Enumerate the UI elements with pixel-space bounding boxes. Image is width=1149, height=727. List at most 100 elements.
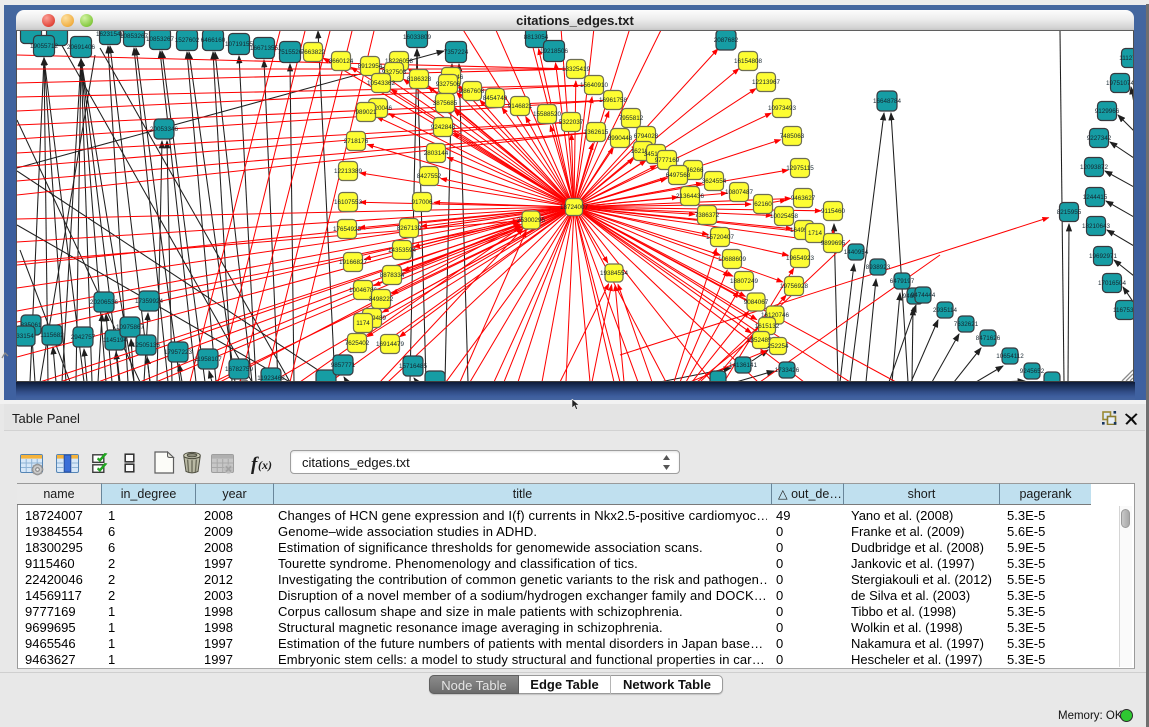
svg-text:917006: 917006 [411, 199, 433, 206]
svg-text:18807249: 18807249 [730, 278, 759, 285]
svg-text:8267130: 8267130 [397, 225, 422, 232]
svg-text:1440954: 1440954 [844, 249, 869, 256]
svg-text:7632621: 7632621 [954, 321, 979, 328]
svg-text:33154: 33154 [17, 333, 34, 340]
svg-text:9474444: 9474444 [911, 292, 936, 299]
svg-text:12213389: 12213389 [334, 168, 363, 175]
svg-text:12093872: 12093872 [1080, 164, 1109, 171]
svg-text:8186328: 8186328 [407, 76, 432, 83]
svg-text:7485063: 7485063 [780, 133, 805, 140]
svg-text:20053346: 20053346 [150, 126, 179, 133]
svg-text:14353594: 14353594 [388, 247, 417, 254]
svg-text:16033809: 16033809 [403, 34, 432, 41]
svg-text:7625402: 7625402 [345, 340, 370, 347]
svg-text:1244415: 1244415 [1083, 194, 1108, 201]
svg-text:7386372: 7386372 [695, 212, 720, 219]
svg-text:9857771: 9857771 [331, 362, 356, 369]
svg-text:1115682: 1115682 [40, 332, 64, 339]
svg-text:10975867: 10975867 [116, 324, 145, 331]
svg-text:1527602: 1527602 [175, 37, 200, 44]
svg-text:1112723: 1112723 [1119, 55, 1134, 62]
svg-text:9129966: 9129966 [1095, 108, 1120, 115]
svg-text:19055712: 19055712 [30, 43, 59, 50]
svg-text:19384554: 19384554 [600, 270, 629, 277]
svg-text:25300295: 25300295 [517, 217, 546, 224]
svg-text:17654925: 17654925 [333, 226, 362, 233]
svg-text:15716485: 15716485 [399, 363, 428, 370]
svg-text:2803144: 2803144 [424, 150, 449, 157]
svg-text:8660124: 8660124 [329, 58, 354, 65]
svg-text:6479197: 6479197 [890, 278, 915, 285]
svg-text:15588520: 15588520 [533, 111, 562, 118]
svg-text:21364436: 21364436 [676, 193, 705, 200]
svg-text:12505135: 12505135 [132, 342, 161, 349]
svg-text:19751074: 19751074 [1106, 80, 1134, 87]
svg-text:8454749: 8454749 [483, 95, 508, 102]
svg-text:1145194: 1145194 [103, 337, 128, 344]
svg-text:1733426: 1733426 [775, 367, 800, 374]
svg-text:19218506: 19218506 [540, 48, 569, 55]
svg-text:7515526: 7515526 [278, 49, 303, 56]
svg-text:252254: 252254 [767, 343, 789, 350]
svg-text:8427552: 8427552 [417, 173, 442, 180]
svg-text:9777169: 9777169 [655, 157, 680, 164]
svg-text:7663822: 7663822 [301, 49, 326, 56]
svg-text:8990448: 8990448 [608, 135, 633, 142]
svg-text:10973493: 10973493 [768, 105, 797, 112]
svg-text:6466160: 6466160 [201, 37, 226, 44]
svg-text:3498222: 3498222 [369, 296, 394, 303]
svg-text:9899695: 9899695 [821, 240, 846, 247]
svg-text:16914479: 16914479 [376, 341, 405, 348]
svg-text:7357224: 7357224 [444, 49, 469, 56]
svg-text:8215955: 8215955 [1057, 209, 1082, 216]
svg-text:6794028: 6794028 [634, 133, 659, 140]
svg-text:20691406: 20691406 [67, 44, 96, 51]
svg-text:20206536: 20206536 [90, 299, 119, 306]
svg-text:10853267: 10853267 [146, 36, 175, 43]
svg-text:12213967: 12213967 [752, 79, 781, 86]
svg-text:18210643: 18210643 [1082, 223, 1111, 230]
svg-text:9242848: 9242848 [431, 124, 456, 131]
svg-text:8813054: 8813054 [524, 34, 549, 41]
svg-text:16154808: 16154808 [734, 58, 763, 65]
svg-text:19692971: 19692971 [1089, 253, 1118, 260]
svg-text:12975115: 12975115 [786, 165, 814, 172]
svg-text:2867608: 2867608 [460, 88, 485, 95]
svg-text:10654112: 10654112 [996, 353, 1024, 360]
svg-text:19756928: 19756928 [780, 283, 809, 290]
svg-text:8878334: 8878334 [380, 272, 405, 279]
svg-text:14136141: 14136141 [729, 362, 758, 369]
svg-text:11923468: 11923468 [257, 375, 285, 382]
svg-text:13325419: 13325419 [562, 66, 591, 73]
svg-text:16961758: 16961758 [599, 97, 628, 104]
svg-text:1167533: 1167533 [1113, 307, 1134, 314]
svg-text:10543362: 10543362 [367, 80, 396, 87]
svg-text:16782759: 16782759 [225, 366, 254, 373]
svg-text:5322037: 5322037 [559, 119, 584, 126]
svg-text:2718176: 2718176 [344, 138, 369, 145]
svg-text:8912954: 8912954 [358, 63, 383, 70]
svg-text:6497568: 6497568 [666, 172, 691, 179]
svg-text:7955812: 7955812 [619, 115, 644, 122]
svg-text:17359924: 17359924 [135, 298, 164, 305]
svg-text:9084067: 9084067 [744, 299, 769, 306]
svg-text:1615132: 1615132 [755, 323, 780, 330]
svg-text:8471626: 8471626 [976, 335, 1001, 342]
svg-text:10025458: 10025458 [770, 213, 799, 220]
svg-text:2935114: 2935114 [933, 307, 958, 314]
svg-text:9245652: 9245652 [1020, 368, 1045, 375]
svg-text:989021: 989021 [355, 109, 377, 116]
svg-text:19654923: 19654923 [786, 255, 815, 262]
svg-text:(x): (x) [258, 458, 272, 472]
svg-text:17016504: 17016504 [1098, 280, 1127, 287]
svg-text:2942757: 2942757 [71, 334, 96, 341]
svg-text:9115460: 9115460 [821, 208, 846, 215]
svg-text:9146821: 9146821 [508, 103, 533, 110]
svg-text:1714: 1714 [808, 230, 823, 237]
svg-text:9227342: 9227342 [1087, 135, 1112, 142]
svg-text:16648784: 16648784 [873, 98, 902, 105]
svg-text:16671355: 16671355 [250, 45, 279, 52]
svg-text:8938923: 8938923 [866, 264, 891, 271]
svg-text:1362615: 1362615 [584, 129, 609, 136]
svg-text:11958107: 11958107 [194, 356, 222, 363]
